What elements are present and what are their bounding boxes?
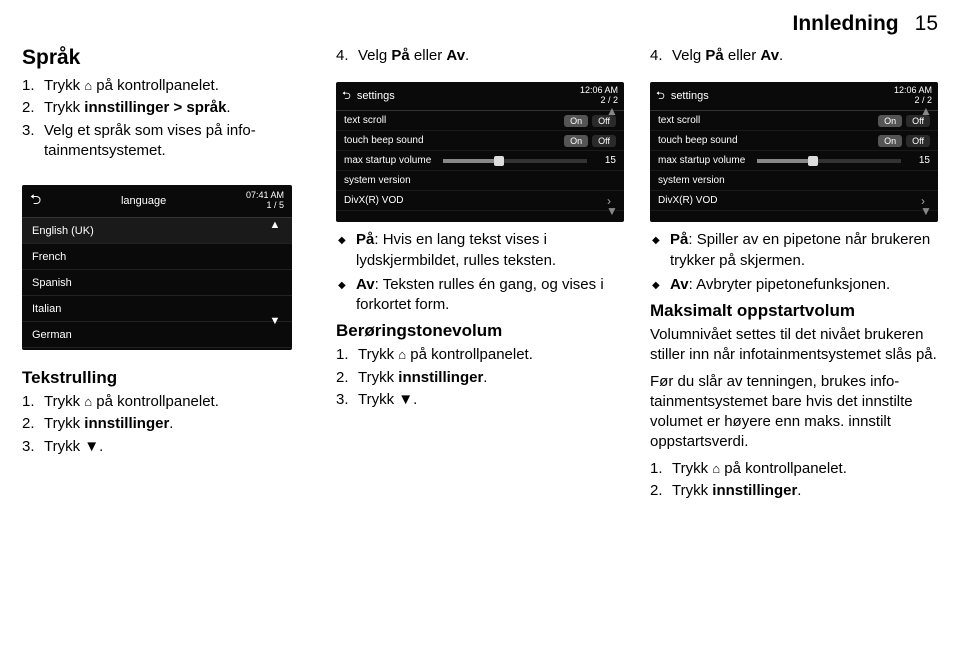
back-icon[interactable]: ⮌ (656, 87, 665, 106)
chevron-up-icon[interactable]: ▲ (606, 104, 618, 118)
bullets-col3: På: Spiller av en pipetone når brukeren … (650, 230, 938, 299)
shot-header: ⮌ language 07:41 AM 1 / 5 (22, 185, 292, 218)
list-item[interactable]: German (22, 322, 292, 348)
list-item: Trykk ⌂ på kontrollpanelet. (650, 459, 938, 479)
home-icon: ⌂ (84, 394, 92, 409)
list-item: Trykk ⌂ på kontrollpanelet. (22, 76, 310, 96)
list-item: Trykk ▼. (336, 390, 624, 410)
list-item[interactable]: Spanish (22, 270, 292, 296)
list-item: På: Spiller av en pipetone når brukeren … (650, 230, 938, 271)
list-item: Trykk innstillinger. (22, 414, 310, 434)
list-item: Trykk ⌂ på kontrollpanelet. (22, 392, 310, 412)
screenshot-settings-1: ⮌settings 12:06 AM2 / 2 text scrollOnOff… (336, 82, 624, 222)
list-item: Av: Avbryter pipetonefunksjo­nen. (650, 275, 938, 295)
section-title: Innledning (792, 12, 898, 36)
column-2: Velg På eller Av. ⮌settings 12:06 AM2 / … (336, 46, 624, 517)
list-item: På: Hvis en lang tekst vises i lydskjerm… (336, 230, 624, 271)
list-item: Velg På eller Av. (336, 46, 624, 66)
scroll-arrows: ▲ ▼ (264, 219, 286, 327)
steps-tekstrulling: Trykk ⌂ på kontrollpanelet. Trykk innsti… (22, 392, 310, 459)
home-icon: ⌂ (712, 461, 720, 476)
shot-header: ⮌settings 12:06 AM2 / 2 (336, 82, 624, 111)
list-item: Velg På eller Av. (650, 46, 938, 66)
table-row[interactable]: text scrollOnOff (650, 111, 938, 131)
list-item: Velg et språk som vises på info­tainment… (22, 121, 310, 162)
list-item: Trykk ▼. (22, 437, 310, 457)
table-row[interactable]: touch beep soundOnOff (336, 131, 624, 151)
shot-time: 07:41 AM (246, 190, 284, 200)
heading-sprak: Språk (22, 46, 310, 70)
page-header: Innledning 15 (22, 12, 938, 36)
home-icon: ⌂ (398, 347, 406, 362)
heading-maks-oppstartvolum: Maksimalt oppstartvolum (650, 301, 938, 321)
settings-rows: text scrollOnOff touch beep soundOnOff m… (650, 111, 938, 211)
chevron-up-icon[interactable]: ▲ (270, 219, 281, 231)
table-row[interactable]: text scrollOnOff (336, 111, 624, 131)
back-icon[interactable]: ⮌ (342, 87, 351, 106)
shot-header: ⮌settings 12:06 AM2 / 2 (650, 82, 938, 111)
home-icon: ⌂ (84, 78, 92, 93)
steps-maks: Trykk ⌂ på kontrollpanelet. Trykk innsti… (650, 459, 938, 504)
table-row[interactable]: system version (650, 171, 938, 191)
back-icon[interactable]: ⮌ (30, 189, 41, 213)
column-3: Velg På eller Av. ⮌settings 12:06 AM2 / … (650, 46, 938, 517)
column-1: Språk Trykk ⌂ på kontrollpanelet. Trykk … (22, 46, 310, 517)
step-4-col3: Velg På eller Av. (650, 46, 938, 68)
chevron-down-icon[interactable]: ▼ (606, 204, 618, 218)
bullets-col2: På: Hvis en lang tekst vises i lydskjerm… (336, 230, 624, 319)
screenshot-settings-2: ⮌settings 12:06 AM2 / 2 text scrollOnOff… (650, 82, 938, 222)
step-4-col2: Velg På eller Av. (336, 46, 624, 68)
list-item[interactable]: Italian (22, 296, 292, 322)
heading-beroringstonevolum: Berøringstonevolum (336, 321, 624, 341)
steps-sprak: Trykk ⌂ på kontrollpanelet. Trykk innsti… (22, 76, 310, 163)
shot-title: settings (671, 90, 709, 102)
shot-title: language (121, 195, 166, 207)
table-row[interactable]: system version (336, 171, 624, 191)
list-item: Trykk innstillinger. (336, 368, 624, 388)
list-item[interactable]: French (22, 244, 292, 270)
columns: Språk Trykk ⌂ på kontrollpanelet. Trykk … (22, 46, 938, 517)
table-row[interactable]: max startup volume15 (650, 151, 938, 171)
chevron-down-icon[interactable]: ▼ (920, 204, 932, 218)
table-row[interactable]: DivX(R) VOD› (650, 191, 938, 211)
list-item: Trykk ⌂ på kontrollpanelet. (336, 345, 624, 365)
volume-slider[interactable] (443, 159, 587, 163)
language-rows: English (UK) French Spanish Italian Germ… (22, 218, 292, 348)
table-row[interactable]: touch beep soundOnOff (650, 131, 938, 151)
page-number: 15 (915, 12, 938, 36)
heading-tekstrulling: Tekstrulling (22, 368, 310, 388)
chevron-down-icon[interactable]: ▼ (270, 315, 281, 327)
shot-title: settings (357, 90, 395, 102)
paragraph: Volumnivået settes til det nivået bru­ke… (650, 325, 938, 366)
list-item: Trykk innstillinger. (650, 481, 938, 501)
paragraph: Før du slår av tenningen, brukes info­ta… (650, 372, 938, 453)
table-row[interactable]: max startup volume15 (336, 151, 624, 171)
list-item[interactable]: English (UK) (22, 218, 292, 244)
list-item: Av: Teksten rulles én gang, og vises i f… (336, 275, 624, 316)
screenshot-language: ⮌ language 07:41 AM 1 / 5 English (UK) F… (22, 185, 292, 350)
steps-berorings: Trykk ⌂ på kontrollpanelet. Trykk innsti… (336, 345, 624, 412)
list-item: Trykk innstillinger > språk. (22, 98, 310, 118)
chevron-up-icon[interactable]: ▲ (920, 104, 932, 118)
settings-rows: text scrollOnOff touch beep soundOnOff m… (336, 111, 624, 211)
table-row[interactable]: DivX(R) VOD› (336, 191, 624, 211)
shot-index: 1 / 5 (266, 200, 284, 210)
volume-slider[interactable] (757, 159, 901, 163)
